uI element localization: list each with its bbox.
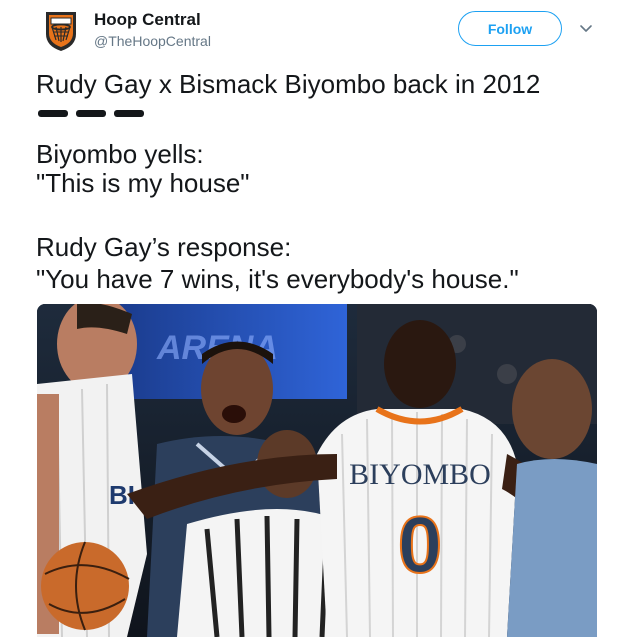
tweet-text-line: "This is my house": [36, 168, 250, 198]
tweet-text-line: Biyombo yells:: [36, 139, 204, 169]
tweet-photo[interactable]: ARENA BI BIYOMBO 0: [37, 304, 597, 637]
account-handle[interactable]: @TheHoopCentral: [94, 33, 211, 49]
jersey-name: BIYOMBO: [349, 458, 491, 491]
chevron-down-icon[interactable]: [578, 20, 594, 36]
tweet-text-line: "You have 7 wins, it's everybody's house…: [36, 264, 519, 294]
jersey-number: 0: [398, 500, 443, 589]
tweet-header: Hoop Central @TheHoopCentral Follow: [0, 0, 617, 60]
tweet-text-line: Rudy Gay’s response:: [36, 232, 292, 262]
account-name[interactable]: Hoop Central: [94, 10, 201, 30]
tweet-text-line: Rudy Gay x Bismack Biyombo back in 2012: [36, 69, 541, 99]
follow-button[interactable]: Follow: [458, 11, 562, 46]
basketball-hoop-logo-icon[interactable]: [42, 10, 80, 52]
dash: [114, 110, 144, 117]
dash: [38, 110, 68, 117]
dash: [76, 110, 106, 117]
